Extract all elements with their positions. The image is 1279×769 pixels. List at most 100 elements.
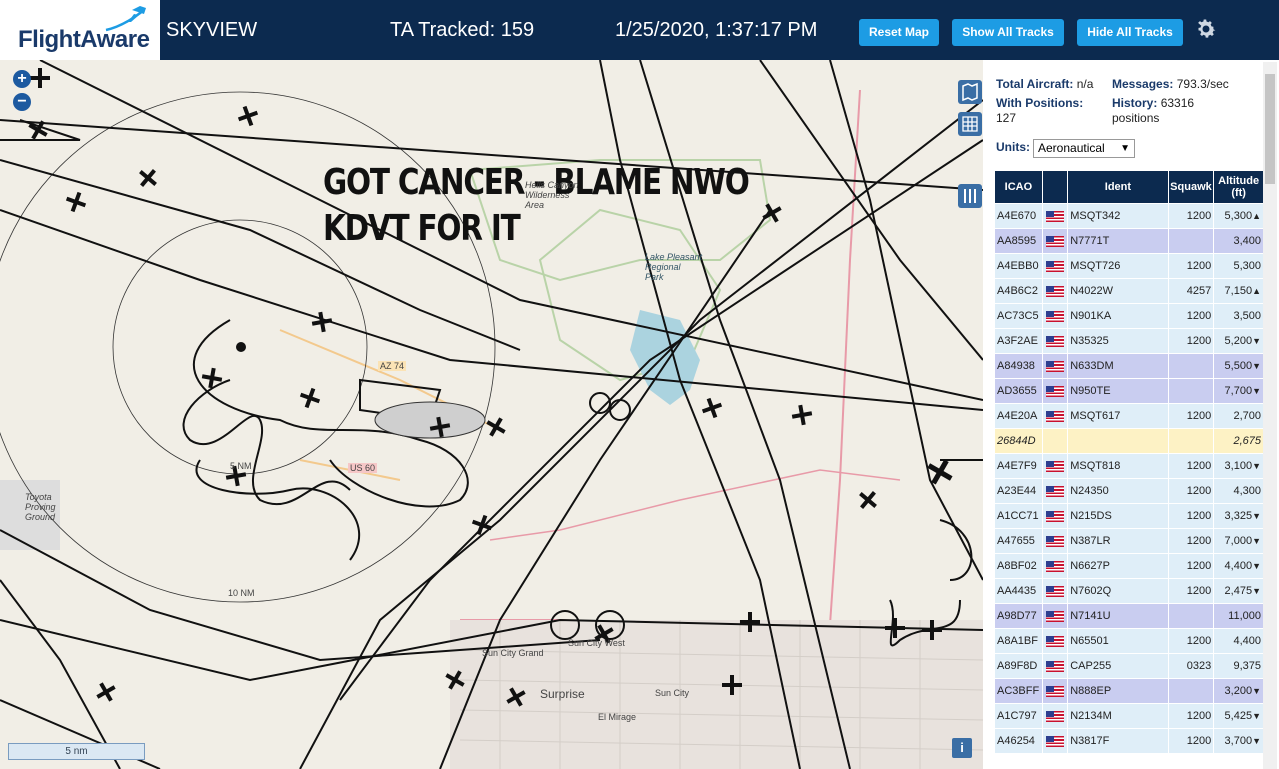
altitude-trend-icon: ▼ [1252, 561, 1261, 571]
table-row[interactable]: AA8595 N7771T 3,400 [994, 228, 1264, 254]
row-altitude-value: 7,000 [1224, 535, 1253, 547]
table-row[interactable]: AD3655 N950TE 7,700▼ [994, 378, 1264, 404]
info-icon[interactable]: i [952, 738, 972, 758]
history-value: 63316 [1160, 96, 1195, 110]
row-flag [1041, 678, 1069, 704]
row-ident: N24350 [1067, 478, 1169, 504]
map-label-toyota: Toyota Proving Ground [25, 492, 56, 522]
table-row[interactable]: A8BF02 N6627P 1200 4,400▼ [994, 553, 1264, 579]
with-positions-stat: With Positions: 127 [996, 96, 1083, 126]
map-layers-button[interactable] [958, 80, 982, 104]
table-row[interactable]: AC73C5 N901KA 1200 3,500 [994, 303, 1264, 329]
us-flag-icon [1046, 285, 1065, 297]
table-row[interactable]: AA4435 N7602Q 1200 2,475▼ [994, 578, 1264, 604]
row-icao: AA8595 [994, 228, 1043, 254]
row-altitude-value: 3,325 [1224, 510, 1253, 522]
table-row[interactable]: A1C797 N2134M 1200 5,425▼ [994, 703, 1264, 729]
row-squawk: 1200 [1167, 403, 1215, 429]
row-flag [1041, 628, 1069, 654]
col-ident[interactable]: Ident [1067, 170, 1169, 204]
altitude-trend-icon: ▲ [1252, 286, 1261, 296]
columns-icon [964, 189, 976, 203]
table-row[interactable]: A46254 N3817F 1200 3,700▼ [994, 728, 1264, 754]
table-row[interactable]: A47655 N387LR 1200 7,000▼ [994, 528, 1264, 554]
row-flag [1041, 553, 1069, 579]
row-ident: N2134M [1067, 703, 1169, 729]
row-altitude: 4,400 [1213, 628, 1264, 654]
table-row[interactable]: A4E670 MSQT342 1200 5,300▲ [994, 203, 1264, 229]
zoom-out-button[interactable]: − [13, 93, 31, 111]
map-grid-button[interactable] [958, 112, 982, 136]
grid-icon [962, 116, 978, 132]
current-datetime: 1/25/2020, 1:37:17 PM [615, 19, 818, 41]
aircraft-table: ICAO Ident Squawk Altitude (ft) A4E670 MSQ… [994, 170, 1264, 754]
row-altitude: 7,150▲ [1213, 278, 1264, 304]
row-altitude-value: 7,150 [1224, 285, 1253, 297]
row-squawk: 1200 [1167, 478, 1215, 504]
table-row[interactable]: AC3BFF N888EP 3,200▼ [994, 678, 1264, 704]
table-row[interactable]: A4B6C2 N4022W 4257 7,150▲ [994, 278, 1264, 304]
table-row[interactable]: 26844D 2,675 [994, 428, 1264, 454]
row-icao: A89F8D [994, 653, 1043, 679]
top-header: FlightAware SKYVIEW TA Tracked: 159 1/25… [0, 0, 1279, 60]
row-squawk: 0323 [1167, 653, 1215, 679]
table-row[interactable]: A4E7F9 MSQT818 1200 3,100▼ [994, 453, 1264, 479]
row-flag [1041, 253, 1069, 279]
scrollbar-thumb[interactable] [1265, 74, 1275, 184]
row-altitude-value: 4,400 [1233, 635, 1261, 647]
row-squawk: 1200 [1167, 253, 1215, 279]
map-view[interactable]: + − GOT CANCER - BLAME NWO KDVT FOR IT H… [0, 60, 983, 769]
col-squawk[interactable]: Squawk [1167, 170, 1215, 204]
row-flag [1041, 728, 1069, 754]
reset-map-button[interactable]: Reset Map [859, 19, 939, 46]
total-aircraft-label: Total Aircraft: [996, 77, 1074, 91]
altitude-trend-icon: ▼ [1252, 686, 1261, 696]
row-squawk [1167, 603, 1215, 629]
row-flag [1041, 303, 1069, 329]
table-row[interactable]: A98D77 N7141U 11,000 [994, 603, 1264, 629]
units-select-value: Aeronautical [1038, 141, 1105, 155]
us-flag-icon [1046, 410, 1065, 422]
col-flag[interactable] [1041, 170, 1069, 204]
row-altitude: 7,000▼ [1213, 528, 1264, 554]
table-row[interactable]: A23E44 N24350 1200 4,300 [994, 478, 1264, 504]
table-row[interactable]: A84938 N633DM 5,500▼ [994, 353, 1264, 379]
table-row[interactable]: A89F8D CAP255 0323 9,375 [994, 653, 1264, 679]
row-altitude-value: 2,700 [1233, 410, 1261, 422]
flightaware-logo[interactable]: FlightAware [0, 0, 160, 60]
row-ident: N950TE [1067, 378, 1169, 404]
sidebar-scrollbar[interactable] [1263, 62, 1277, 769]
row-ident: CAP255 [1067, 653, 1169, 679]
table-row[interactable]: A3F2AE N35325 1200 5,200▼ [994, 328, 1264, 354]
hide-all-tracks-button[interactable]: Hide All Tracks [1077, 19, 1183, 46]
map-label-lake-pleasant: Lake Pleasant Regional Park [645, 252, 703, 282]
gear-icon[interactable] [1194, 17, 1218, 41]
show-all-tracks-button[interactable]: Show All Tracks [952, 19, 1064, 46]
row-icao: A4E670 [994, 203, 1043, 229]
units-row: Units: [996, 140, 1030, 154]
row-altitude: 5,200▼ [1213, 328, 1264, 354]
table-row[interactable]: A4EBB0 MSQT726 1200 5,300 [994, 253, 1264, 279]
zoom-in-button[interactable]: + [13, 70, 31, 88]
toggle-sidebar-button[interactable] [958, 184, 982, 208]
row-altitude: 3,325▼ [1213, 503, 1264, 529]
col-icao[interactable]: ICAO [994, 170, 1043, 204]
row-ident: N888EP [1067, 678, 1169, 704]
row-ident: N7141U [1067, 603, 1169, 629]
col-altitude[interactable]: Altitude (ft) [1213, 170, 1264, 204]
row-icao: 26844D [994, 428, 1043, 454]
row-altitude-value: 2,475 [1224, 585, 1253, 597]
table-row[interactable]: A1CC71 N215DS 1200 3,325▼ [994, 503, 1264, 529]
table-row[interactable]: A4E20A MSQT617 1200 2,700 [994, 403, 1264, 429]
row-icao: A1C797 [994, 703, 1043, 729]
map-label-sun-city: Sun City [655, 688, 690, 698]
units-select[interactable]: Aeronautical ▼ [1033, 139, 1135, 158]
map-label-ring-5nm: 5 NM [230, 461, 252, 471]
row-icao: A47655 [994, 528, 1043, 554]
map-label-sun-city-grand: Sun City Grand [482, 648, 544, 658]
row-ident: MSQT617 [1067, 403, 1169, 429]
row-flag [1041, 228, 1069, 254]
us-flag-icon [1046, 635, 1065, 647]
row-icao: A4E20A [994, 403, 1043, 429]
table-row[interactable]: A8A1BF N65501 1200 4,400 [994, 628, 1264, 654]
